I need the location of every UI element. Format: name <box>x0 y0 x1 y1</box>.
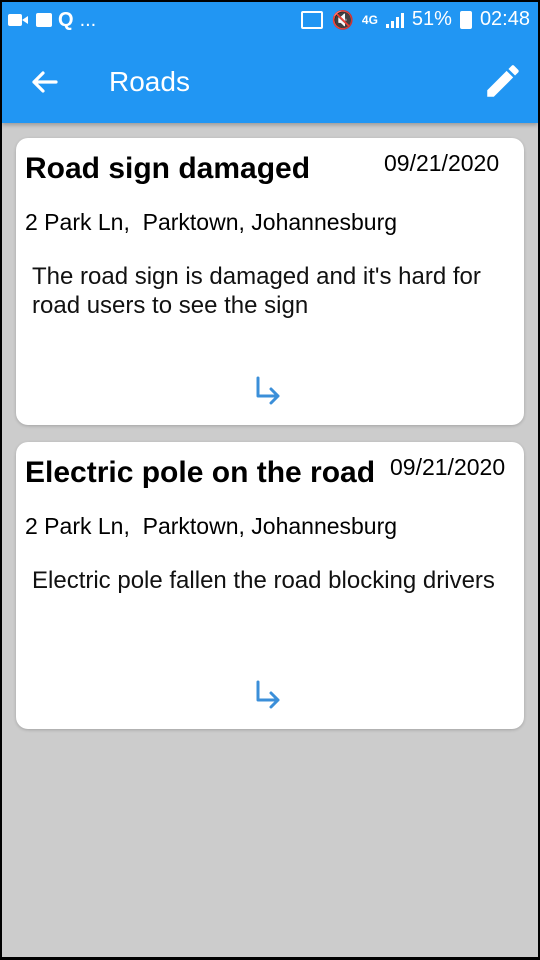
report-card[interactable]: Electric pole on the road 09/21/2020 2 P… <box>16 442 524 729</box>
q-icon: Q <box>58 9 74 31</box>
pencil-icon <box>487 65 519 97</box>
report-title: Road sign damaged <box>25 152 311 185</box>
arrow-turn-right-icon <box>256 680 280 709</box>
toolbar: Roads <box>2 42 538 123</box>
video-icon <box>8 14 28 26</box>
mute-icon: 🔇 <box>331 9 354 30</box>
status-system: 🔇 4G 51% 02:48 <box>301 8 530 31</box>
arrow-turn-right-icon <box>256 376 280 405</box>
report-card[interactable]: Road sign damaged 09/21/2020 2 Park Ln, … <box>16 138 524 425</box>
report-address: 2 Park Ln, Parktown, Johannesburg <box>25 209 398 235</box>
report-address: 2 Park Ln, Parktown, Johannesburg <box>25 513 398 539</box>
back-button[interactable] <box>24 62 64 102</box>
battery-percent: 51% <box>411 8 452 30</box>
report-description: The road sign is damaged and it's hard f… <box>32 263 481 319</box>
app-bar: Q ... 🔇 4G 51% 02:48 Roads <box>2 2 538 123</box>
more-notifications-text: ... <box>79 9 97 31</box>
edit-button[interactable] <box>482 60 524 102</box>
report-date: 09/21/2020 <box>384 150 500 176</box>
page-title: Roads <box>109 66 190 97</box>
image-icon <box>36 13 52 27</box>
signal-icon <box>385 12 404 28</box>
status-bar: Q ... 🔇 4G 51% 02:48 <box>2 2 538 42</box>
arrow-left-icon <box>32 71 58 93</box>
report-description: Electric pole fallen the road blocking d… <box>32 567 495 594</box>
battery-icon <box>459 10 472 29</box>
status-time: 02:48 <box>479 8 530 30</box>
status-notifications: Q ... <box>8 10 96 30</box>
report-title: Electric pole on the road <box>25 456 376 489</box>
open-report-button[interactable] <box>252 678 284 712</box>
report-date: 09/21/2020 <box>390 454 506 480</box>
cast-icon <box>301 10 324 29</box>
network-type-label: 4G <box>361 12 378 27</box>
open-report-button[interactable] <box>252 374 284 408</box>
screen: Q ... 🔇 4G 51% 02:48 Roads Road sign dam… <box>2 2 538 957</box>
